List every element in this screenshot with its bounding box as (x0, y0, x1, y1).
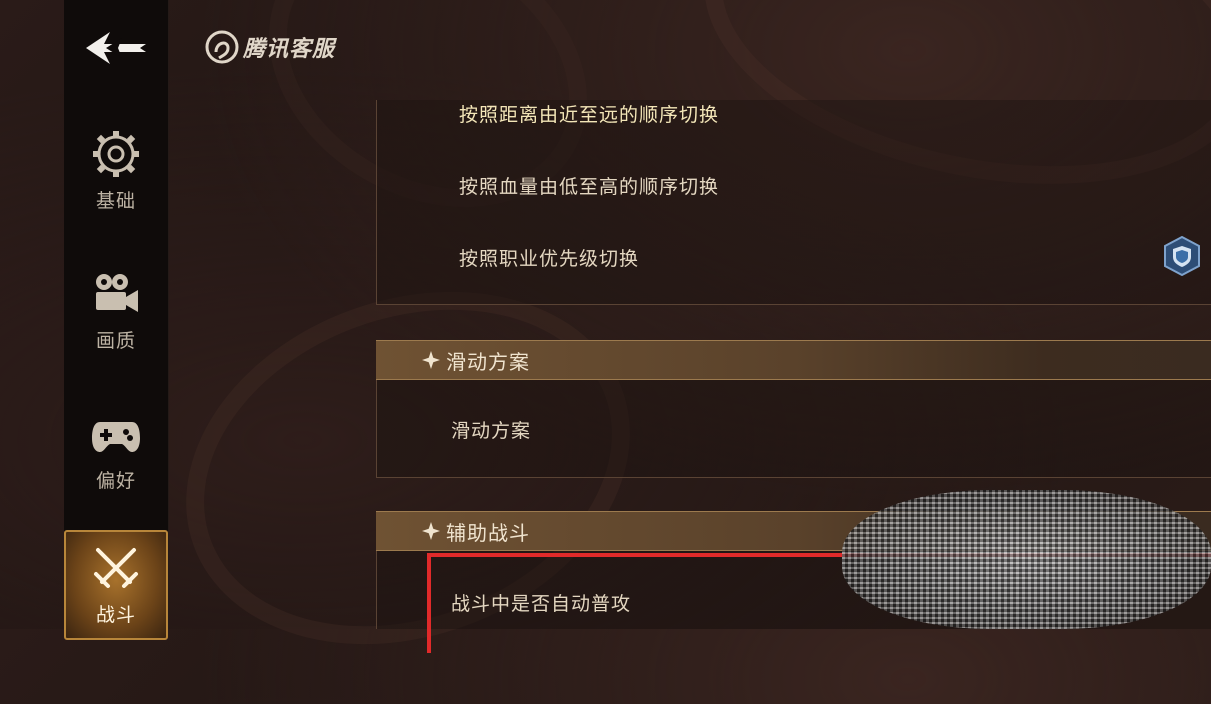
sidebar-item-preference[interactable]: 偏好 (64, 398, 168, 518)
sidebar-item-label: 偏好 (95, 470, 136, 492)
crossed-swords-icon (94, 548, 138, 588)
sidebar-item-label: 战斗 (95, 604, 136, 626)
gear-icon (93, 131, 139, 177)
sidebar-item-combat[interactable]: 战斗 (64, 530, 168, 640)
tencent-service-logo: 腾讯客服 (205, 30, 335, 64)
sidebar-item-label: 基础 (95, 190, 136, 212)
swipe-panel: 滑动方案 (376, 380, 1211, 478)
sidebar-item-basic[interactable]: 基础 (64, 118, 168, 238)
target-switch-panel: 按照距离由近至远的顺序切换 按照血量由低至高的顺序切换 按照职业优先级切换 (376, 100, 1211, 305)
section-title: 辅助战斗 (446, 520, 530, 545)
gamepad-icon (92, 422, 140, 452)
diamond-bullet-icon (422, 522, 440, 540)
camera-icon (96, 274, 138, 312)
option-nearest-first[interactable]: 按照距离由近至远的顺序切换 (459, 100, 719, 127)
back-arrow-icon[interactable] (80, 26, 152, 70)
option-class-priority[interactable]: 按照职业优先级切换 (459, 244, 639, 271)
option-lowest-hp-first[interactable]: 按照血量由低至高的顺序切换 (459, 172, 719, 199)
sidebar-item-label: 画质 (95, 330, 136, 352)
section-title: 滑动方案 (446, 349, 530, 374)
sidebar-item-graphics[interactable]: 画质 (64, 258, 168, 378)
tencent-logo-icon (205, 30, 239, 64)
diamond-bullet-icon (422, 351, 440, 369)
qr-code-overlay (842, 490, 1211, 629)
shield-icon[interactable] (1163, 236, 1201, 276)
option-swipe-scheme[interactable]: 滑动方案 (451, 416, 531, 443)
section-header-swipe: 滑动方案 (376, 340, 1211, 380)
logo-text: 腾讯客服 (243, 37, 336, 62)
